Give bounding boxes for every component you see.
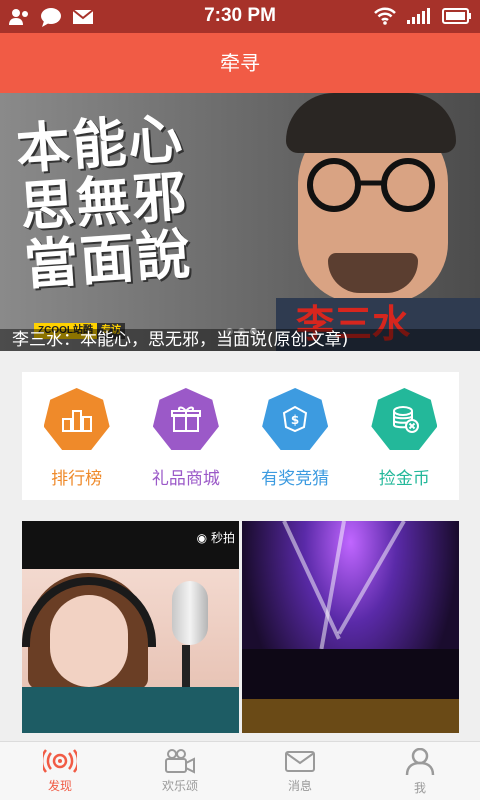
person-icon [405,748,435,776]
nav-label: 我 [413,781,426,795]
banner-calligraphy: 本能心 思無邪 當面說 [14,102,286,297]
video-card-singer[interactable]: ◉ 秒拍 [22,521,239,733]
banner-caption[interactable]: 李三水：本能心，思无邪，当面说(原创文章) [0,329,480,351]
nav-label: 发现 [47,779,72,793]
category-leaderboard[interactable]: 排行榜 [22,372,131,500]
svg-text:$: $ [291,413,299,427]
video-grid: ◉ 秒拍 [22,521,459,733]
category-label: 有奖竞猜 [261,469,330,489]
banner-carousel[interactable]: 本能心 思無邪 當面說 李三水 ZCOOL站酷 专访 李三水：本能心，思无邪，当… [0,93,480,351]
status-bar: 7:30 PM [0,0,480,33]
glasses-icon [307,158,435,212]
app-header: 牵寻 [0,33,480,93]
battery-icon [442,8,471,24]
envelope-icon [285,751,315,772]
category-gift-shop[interactable]: 礼品商城 [131,372,240,500]
banner-portrait: 李三水 [276,93,480,351]
nav-tab-joy[interactable]: 欢乐颂 [120,742,240,800]
camera-icon: ◉ [196,531,208,545]
page-title: 牵寻 [220,51,260,75]
video-camera-icon [165,749,195,774]
money-bag-icon: $ [262,388,329,450]
coin-stack-icon [371,388,438,450]
category-collect-coins[interactable]: 捡金币 [350,372,459,500]
trophy-icon [43,388,110,450]
radio-waves-icon [43,749,77,773]
video-brand-text: 秒拍 [210,531,235,545]
nav-tab-messages[interactable]: 消息 [240,742,360,800]
microphone-icon [172,581,208,645]
category-quiz[interactable]: $ 有奖竞猜 [241,372,350,500]
category-label: 捡金币 [378,469,430,489]
nav-label: 欢乐颂 [161,779,198,793]
category-label: 排行榜 [51,469,103,489]
gift-icon [152,388,219,450]
bottom-nav: 发现 欢乐颂 消息 我 [0,741,480,800]
wifi-icon [374,7,396,25]
nav-tab-discover[interactable]: 发现 [0,742,120,800]
category-panel: 排行榜 礼品商城 $ 有奖竞猜 捡金币 [22,372,459,500]
nav-tab-me[interactable]: 我 [360,742,480,800]
nav-label: 消息 [287,779,312,793]
category-label: 礼品商城 [151,469,220,489]
signal-icon [407,8,430,24]
video-brand-label: ◉ 秒拍 [197,529,235,546]
video-card-concert[interactable] [242,521,459,733]
